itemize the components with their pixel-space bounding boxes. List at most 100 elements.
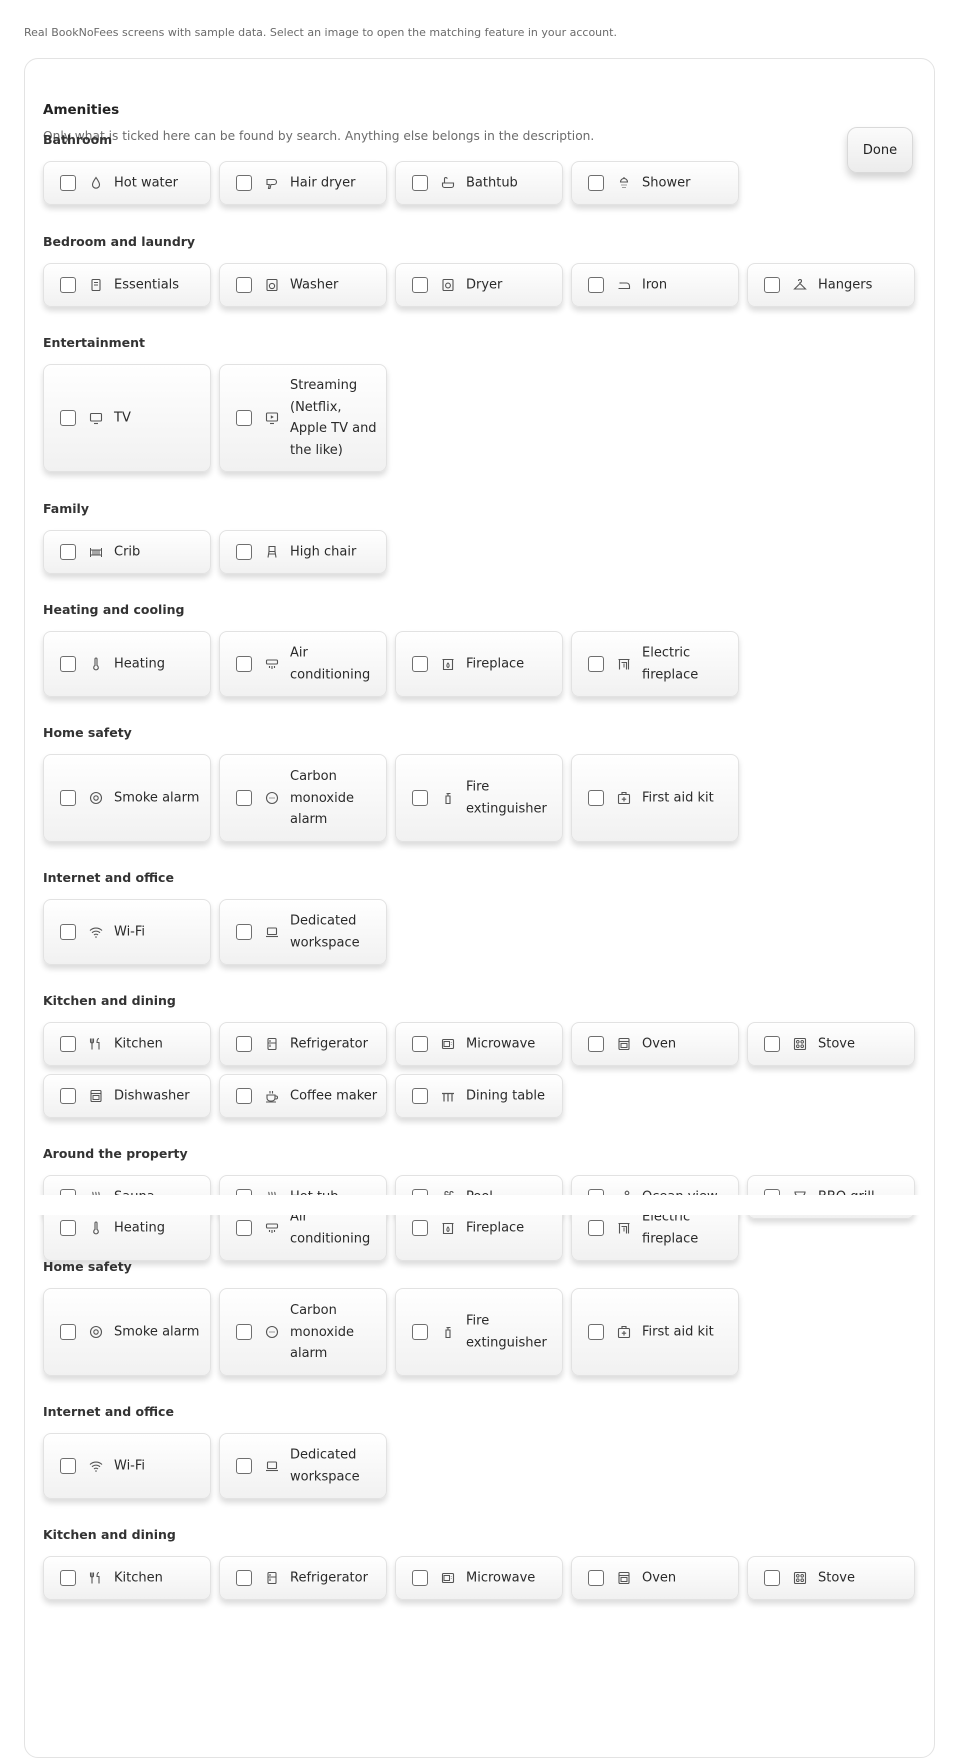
oven-icon <box>617 1571 631 1585</box>
amenity-checkbox[interactable] <box>60 1088 76 1104</box>
amenity-checkbox[interactable] <box>60 1324 76 1340</box>
amenity-checkbox[interactable] <box>412 656 428 672</box>
amenity-option-stove[interactable]: Stove <box>747 1022 915 1066</box>
amenity-label: Fireplace <box>466 656 525 672</box>
amenity-option-smoke-alarm[interactable]: Smoke alarm <box>43 1288 211 1376</box>
amenity-option-fire-extinguisher[interactable]: Fire extinguisher <box>395 754 563 842</box>
amenity-option-microwave[interactable]: Microwave <box>395 1022 563 1066</box>
amenity-option-essentials[interactable]: Essentials <box>43 263 211 307</box>
amenity-option-shower[interactable]: Shower <box>571 161 739 205</box>
amenity-checkbox[interactable] <box>236 277 252 293</box>
amenity-checkbox[interactable] <box>60 924 76 940</box>
amenity-option-tv[interactable]: TV <box>43 364 211 472</box>
amenity-checkbox[interactable] <box>60 1570 76 1586</box>
amenity-option-first-aid-kit[interactable]: First aid kit <box>571 754 739 842</box>
washer-icon <box>265 278 279 292</box>
amenity-checkbox[interactable] <box>588 175 604 191</box>
amenity-checkbox[interactable] <box>236 1570 252 1586</box>
amenity-checkbox[interactable] <box>236 410 252 426</box>
amenity-option-refrigerator[interactable]: Refrigerator <box>219 1556 387 1600</box>
amenity-checkbox[interactable] <box>588 1570 604 1586</box>
amenity-option-dryer[interactable]: Dryer <box>395 263 563 307</box>
amenity-checkbox[interactable] <box>236 1036 252 1052</box>
amenity-option-iron[interactable]: Iron <box>571 263 739 307</box>
amenity-checkbox[interactable] <box>236 924 252 940</box>
amenity-option-dedicated-workspace[interactable]: Dedicated workspace <box>219 899 387 965</box>
amenity-option-hangers[interactable]: Hangers <box>747 263 915 307</box>
amenity-checkbox[interactable] <box>412 1036 428 1052</box>
amenity-checkbox[interactable] <box>412 790 428 806</box>
amenity-option-hair-dryer[interactable]: Hair dryer <box>219 161 387 205</box>
amenity-option-oven[interactable]: Oven <box>571 1556 739 1600</box>
amenity-option-first-aid-kit[interactable]: First aid kit <box>571 1288 739 1376</box>
amenity-label: TV <box>114 410 131 426</box>
iron-icon <box>617 278 631 292</box>
amenity-checkbox[interactable] <box>588 1324 604 1340</box>
amenity-checkbox[interactable] <box>60 544 76 560</box>
amenity-checkbox[interactable] <box>236 656 252 672</box>
amenity-checkbox[interactable] <box>236 790 252 806</box>
amenity-checkbox[interactable] <box>236 175 252 191</box>
amenity-checkbox[interactable] <box>412 277 428 293</box>
amenity-checkbox[interactable] <box>236 1220 252 1236</box>
amenity-checkbox[interactable] <box>60 175 76 191</box>
amenity-checkbox[interactable] <box>60 410 76 426</box>
amenity-option-electric-fireplace[interactable]: Electric fireplace <box>571 631 739 697</box>
amenity-option-microwave[interactable]: Microwave <box>395 1556 563 1600</box>
amenity-label: Fireplace <box>466 1220 525 1236</box>
amenity-checkbox[interactable] <box>588 1220 604 1236</box>
amenity-option-carbon-monoxide-alarm[interactable]: Carbon monoxide alarm <box>219 1288 387 1376</box>
amenity-option-streaming-netflix-apple-tv-and-the-like[interactable]: Streaming (Netflix, Apple TV and the lik… <box>219 364 387 472</box>
section-heading-kitchen: Kitchen and dining <box>43 1527 176 1542</box>
amenity-checkbox[interactable] <box>60 656 76 672</box>
amenity-checkbox[interactable] <box>412 1324 428 1340</box>
amenity-checkbox[interactable] <box>236 544 252 560</box>
amenity-checkbox[interactable] <box>412 175 428 191</box>
amenity-option-dining-table[interactable]: Dining table <box>395 1074 563 1118</box>
amenity-option-coffee-maker[interactable]: Coffee maker <box>219 1074 387 1118</box>
page-caption: Real BookNoFees screens with sample data… <box>24 26 617 39</box>
section-heading-safety: Home safety <box>43 725 132 740</box>
amenity-option-oven[interactable]: Oven <box>571 1022 739 1066</box>
amenity-label: Coffee maker <box>290 1088 378 1104</box>
amenity-option-high-chair[interactable]: High chair <box>219 530 387 574</box>
amenity-option-refrigerator[interactable]: Refrigerator <box>219 1022 387 1066</box>
amenity-checkbox[interactable] <box>60 1036 76 1052</box>
crib-icon <box>89 545 103 559</box>
amenity-option-fireplace[interactable]: Fireplace <box>395 631 563 697</box>
amenity-checkbox[interactable] <box>412 1570 428 1586</box>
amenity-checkbox[interactable] <box>412 1088 428 1104</box>
amenity-checkbox[interactable] <box>236 1458 252 1474</box>
amenity-checkbox[interactable] <box>60 1458 76 1474</box>
amenity-checkbox[interactable] <box>60 277 76 293</box>
amenity-checkbox[interactable] <box>588 277 604 293</box>
amenity-checkbox[interactable] <box>236 1324 252 1340</box>
amenity-option-kitchen[interactable]: Kitchen <box>43 1022 211 1066</box>
amenity-option-carbon-monoxide-alarm[interactable]: Carbon monoxide alarm <box>219 754 387 842</box>
amenity-option-air-conditioning[interactable]: Air conditioning <box>219 631 387 697</box>
amenity-checkbox[interactable] <box>764 277 780 293</box>
amenity-checkbox[interactable] <box>588 1036 604 1052</box>
amenity-checkbox[interactable] <box>588 656 604 672</box>
amenity-option-stove[interactable]: Stove <box>747 1556 915 1600</box>
amenity-checkbox[interactable] <box>764 1570 780 1586</box>
amenity-option-hot-water[interactable]: Hot water <box>43 161 211 205</box>
amenity-option-smoke-alarm[interactable]: Smoke alarm <box>43 754 211 842</box>
amenity-checkbox[interactable] <box>60 1220 76 1236</box>
amenity-checkbox[interactable] <box>412 1220 428 1236</box>
amenity-option-heating[interactable]: Heating <box>43 631 211 697</box>
amenity-option-wi-fi[interactable]: Wi-Fi <box>43 899 211 965</box>
amenity-option-dishwasher[interactable]: Dishwasher <box>43 1074 211 1118</box>
amenity-option-washer[interactable]: Washer <box>219 263 387 307</box>
amenity-checkbox[interactable] <box>236 1088 252 1104</box>
amenity-option-kitchen[interactable]: Kitchen <box>43 1556 211 1600</box>
amenity-option-dedicated-workspace[interactable]: Dedicated workspace <box>219 1433 387 1499</box>
amenity-option-fire-extinguisher[interactable]: Fire extinguisher <box>395 1288 563 1376</box>
amenity-option-crib[interactable]: Crib <box>43 530 211 574</box>
amenity-checkbox[interactable] <box>60 790 76 806</box>
amenity-checkbox[interactable] <box>764 1036 780 1052</box>
amenity-option-bathtub[interactable]: Bathtub <box>395 161 563 205</box>
amenity-checkbox[interactable] <box>588 790 604 806</box>
section-heading-bedroom: Bedroom and laundry <box>43 234 196 249</box>
amenity-option-wi-fi[interactable]: Wi-Fi <box>43 1433 211 1499</box>
